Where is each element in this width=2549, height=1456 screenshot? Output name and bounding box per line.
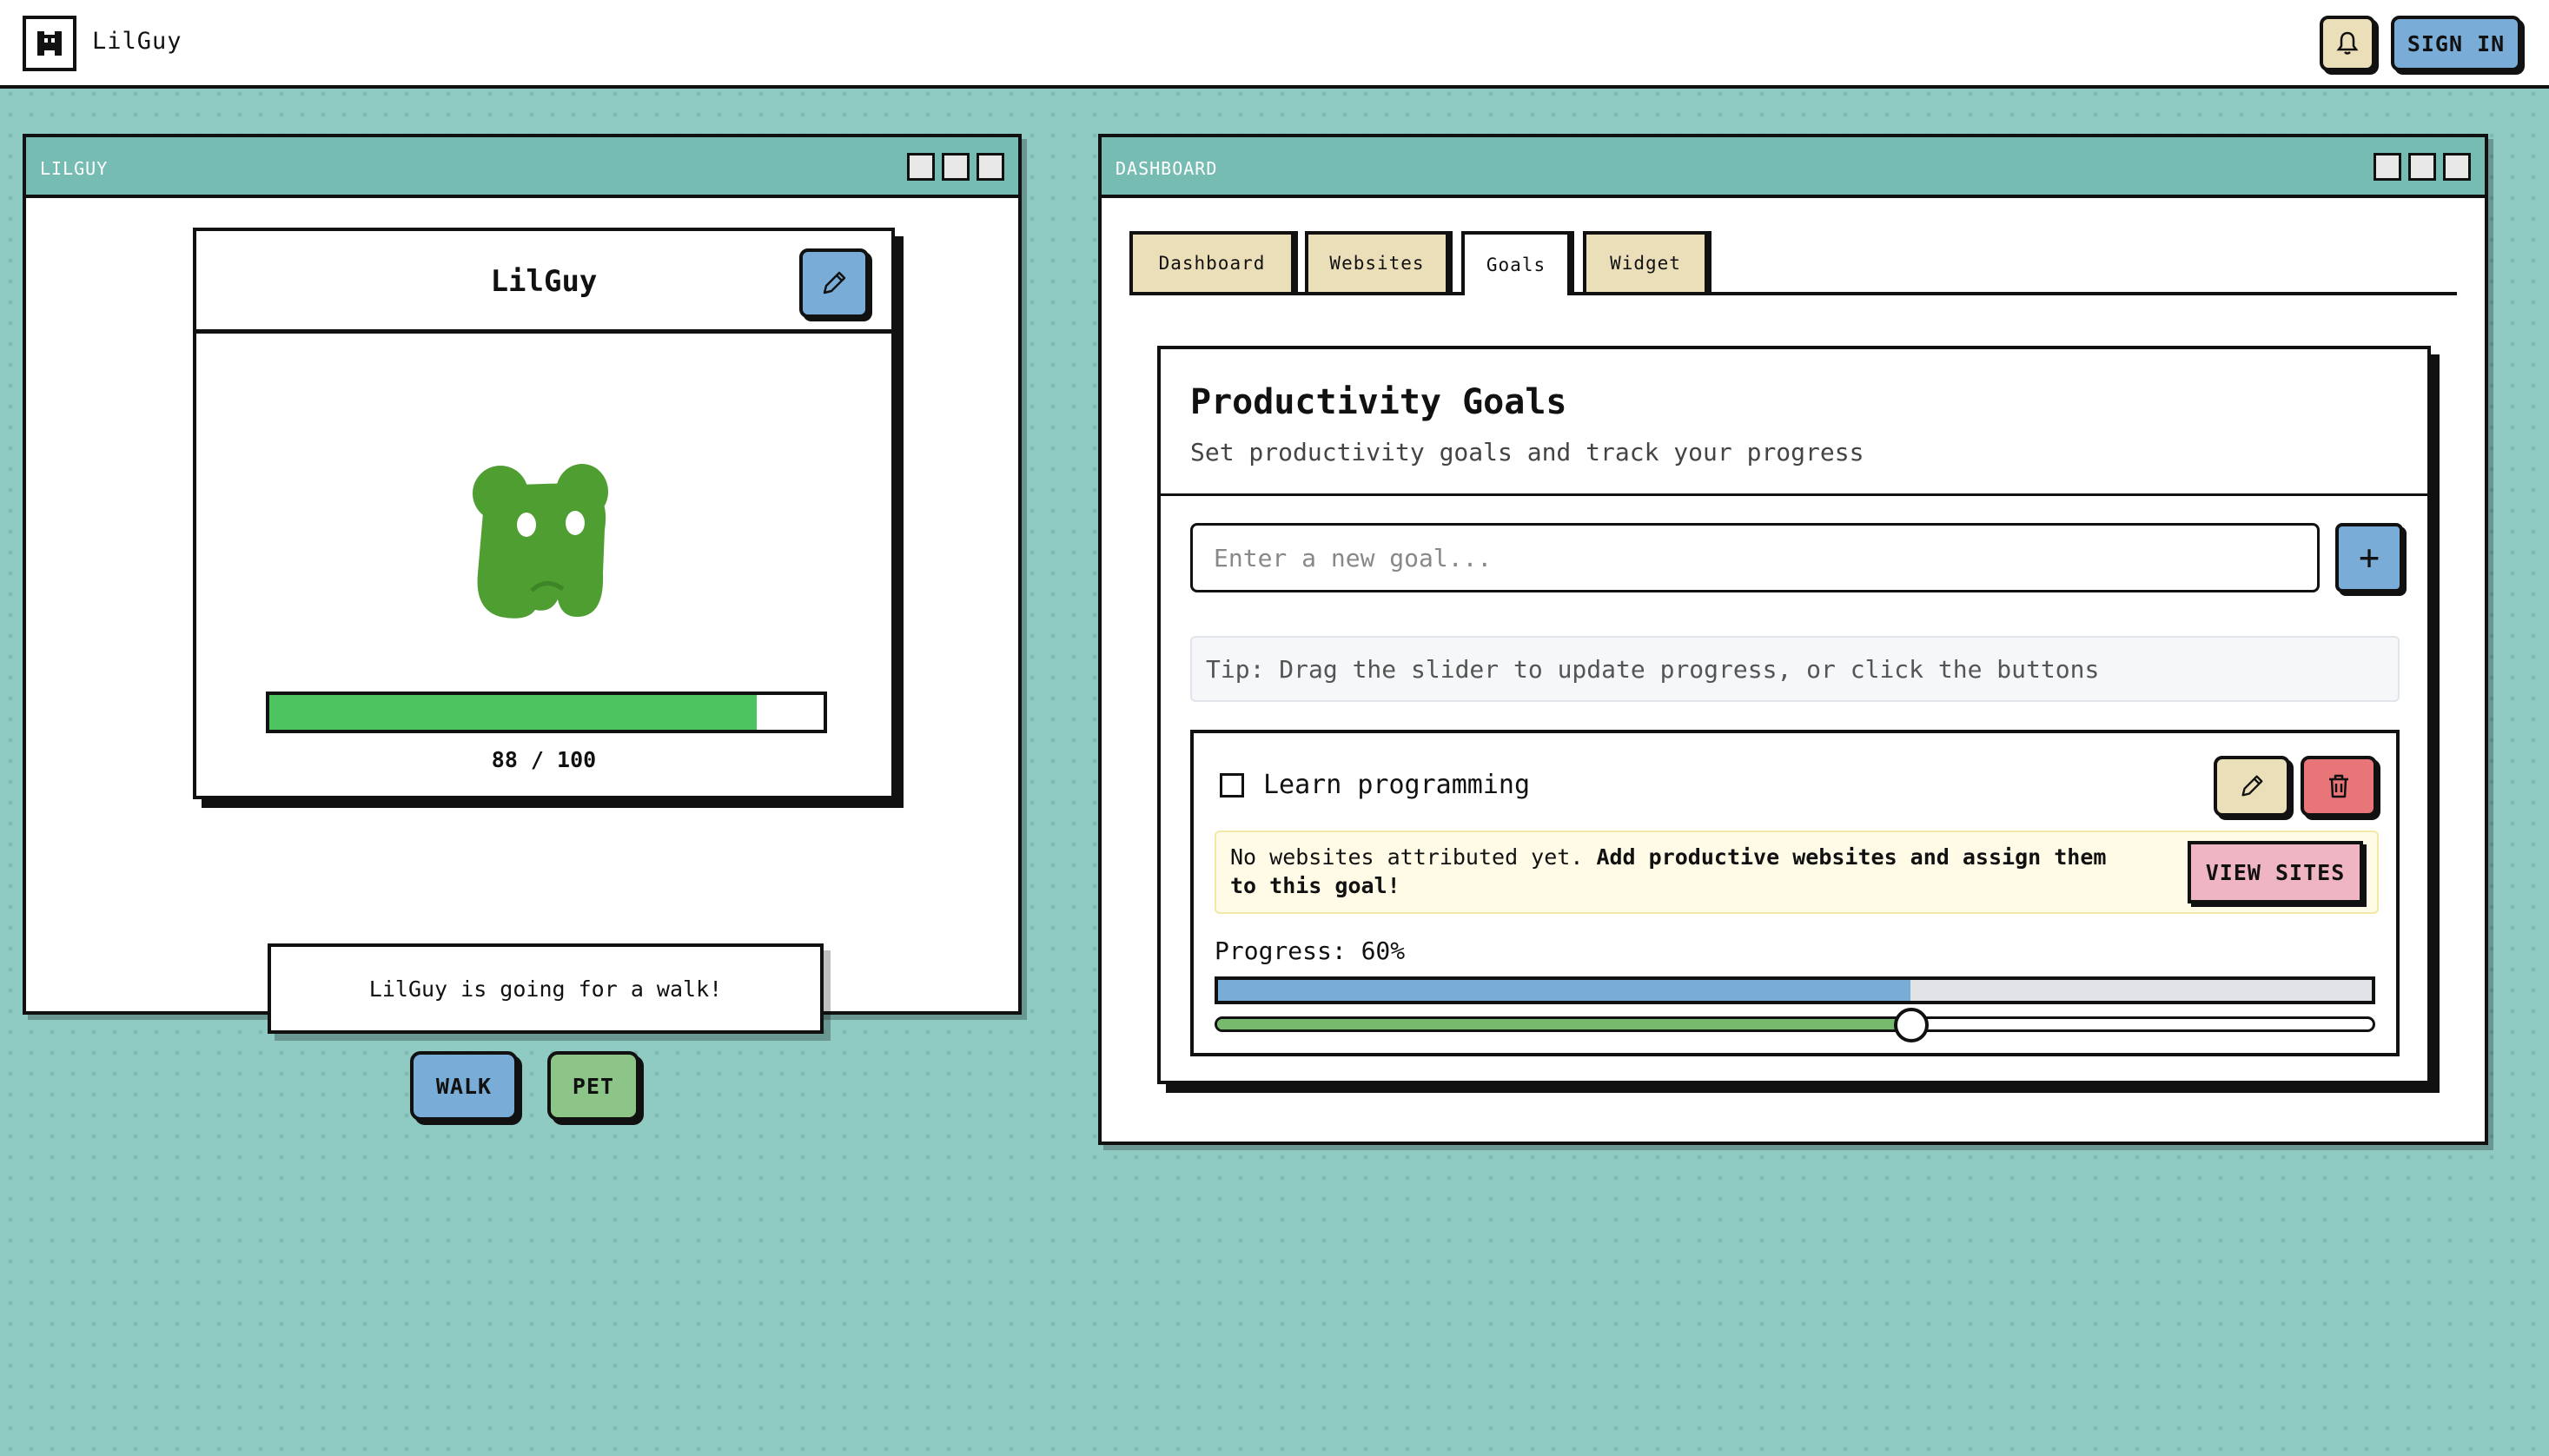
- edit-goal-button[interactable]: [2214, 756, 2290, 817]
- dashboard-window-titlebar[interactable]: DASHBOARD: [1102, 137, 2485, 198]
- dashboard-window-title: DASHBOARD: [1116, 158, 1218, 179]
- goal-progress-bar: [1215, 976, 2375, 1004]
- notifications-button[interactable]: [2320, 16, 2375, 71]
- goals-subtitle: Set productivity goals and track your pr…: [1190, 438, 1864, 467]
- new-goal-input[interactable]: [1190, 523, 2320, 592]
- progress-label: Progress: 60%: [1215, 936, 1406, 965]
- app-name: LilGuy: [92, 28, 182, 55]
- progress-slider-track[interactable]: [1215, 1016, 2375, 1032]
- view-sites-button[interactable]: VIEW SITES: [2188, 841, 2363, 903]
- goals-divider: [1161, 493, 2427, 496]
- close-button[interactable]: [977, 153, 1004, 181]
- progress-slider-fill: [1217, 1019, 1910, 1029]
- walk-button[interactable]: WALK: [410, 1051, 518, 1121]
- pet-name: LilGuy: [490, 264, 598, 299]
- pencil-icon: [823, 271, 846, 295]
- pet-creature-image[interactable]: [466, 460, 613, 622]
- goal-item: Learn programming No websites attributed…: [1190, 730, 2400, 1056]
- tabs-underline: [1129, 292, 2457, 295]
- goal-complete-checkbox[interactable]: [1220, 773, 1244, 797]
- add-goal-button[interactable]: +: [2335, 523, 2403, 592]
- pet-logo-icon[interactable]: [23, 16, 76, 71]
- sign-in-button[interactable]: SIGN IN: [2391, 16, 2521, 71]
- plus-icon: +: [2358, 538, 2380, 578]
- goal-label: Learn programming: [1263, 770, 1531, 800]
- dashboard-window: DASHBOARD Dashboard Websites Goals Widge…: [1098, 134, 2488, 1145]
- lilguy-window-titlebar[interactable]: LILGUY: [26, 137, 1018, 198]
- tab-goals[interactable]: Goals: [1461, 231, 1571, 295]
- minimize-button[interactable]: [907, 153, 935, 181]
- tab-dashboard[interactable]: Dashboard: [1129, 231, 1294, 292]
- pet-card: LilGuy 88 / 100: [193, 228, 895, 799]
- no-websites-notice: No websites attributed yet. Add producti…: [1215, 831, 2379, 914]
- tab-websites[interactable]: Websites: [1305, 231, 1449, 292]
- delete-goal-button[interactable]: [2301, 756, 2377, 817]
- minimize-button[interactable]: [2374, 153, 2401, 181]
- bell-icon: [2336, 31, 2359, 55]
- productivity-goals-card: Productivity Goals Set productivity goal…: [1157, 346, 2431, 1084]
- pet-card-header: LilGuy: [196, 231, 891, 334]
- close-button[interactable]: [2443, 153, 2471, 181]
- tab-widget[interactable]: Widget: [1583, 231, 1708, 292]
- trash-icon: [2329, 774, 2348, 798]
- health-bar-fill: [269, 695, 758, 730]
- health-bar: [266, 692, 827, 733]
- lilguy-window-title: LILGUY: [40, 158, 109, 179]
- tip-text: Tip: Drag the slider to update progress,…: [1190, 636, 2400, 702]
- maximize-button[interactable]: [942, 153, 970, 181]
- lilguy-window: LILGUY LilGuy 88 / 100 LilGuy is going f…: [23, 134, 1022, 1121]
- goal-progress-fill: [1218, 980, 1910, 1001]
- goals-title: Productivity Goals: [1190, 382, 1567, 422]
- pencil-icon: [2241, 775, 2263, 797]
- top-bar: LilGuy SIGN IN: [0, 0, 2549, 89]
- maximize-button[interactable]: [2408, 153, 2436, 181]
- notice-text: No websites attributed yet. Add producti…: [1230, 844, 2107, 898]
- edit-pet-button[interactable]: [799, 248, 869, 318]
- pet-button[interactable]: PET: [547, 1051, 639, 1121]
- progress-slider-thumb[interactable]: [1893, 1008, 1929, 1042]
- health-value: 88 / 100: [491, 747, 597, 772]
- pet-status-message: LilGuy is going for a walk!: [268, 943, 824, 1034]
